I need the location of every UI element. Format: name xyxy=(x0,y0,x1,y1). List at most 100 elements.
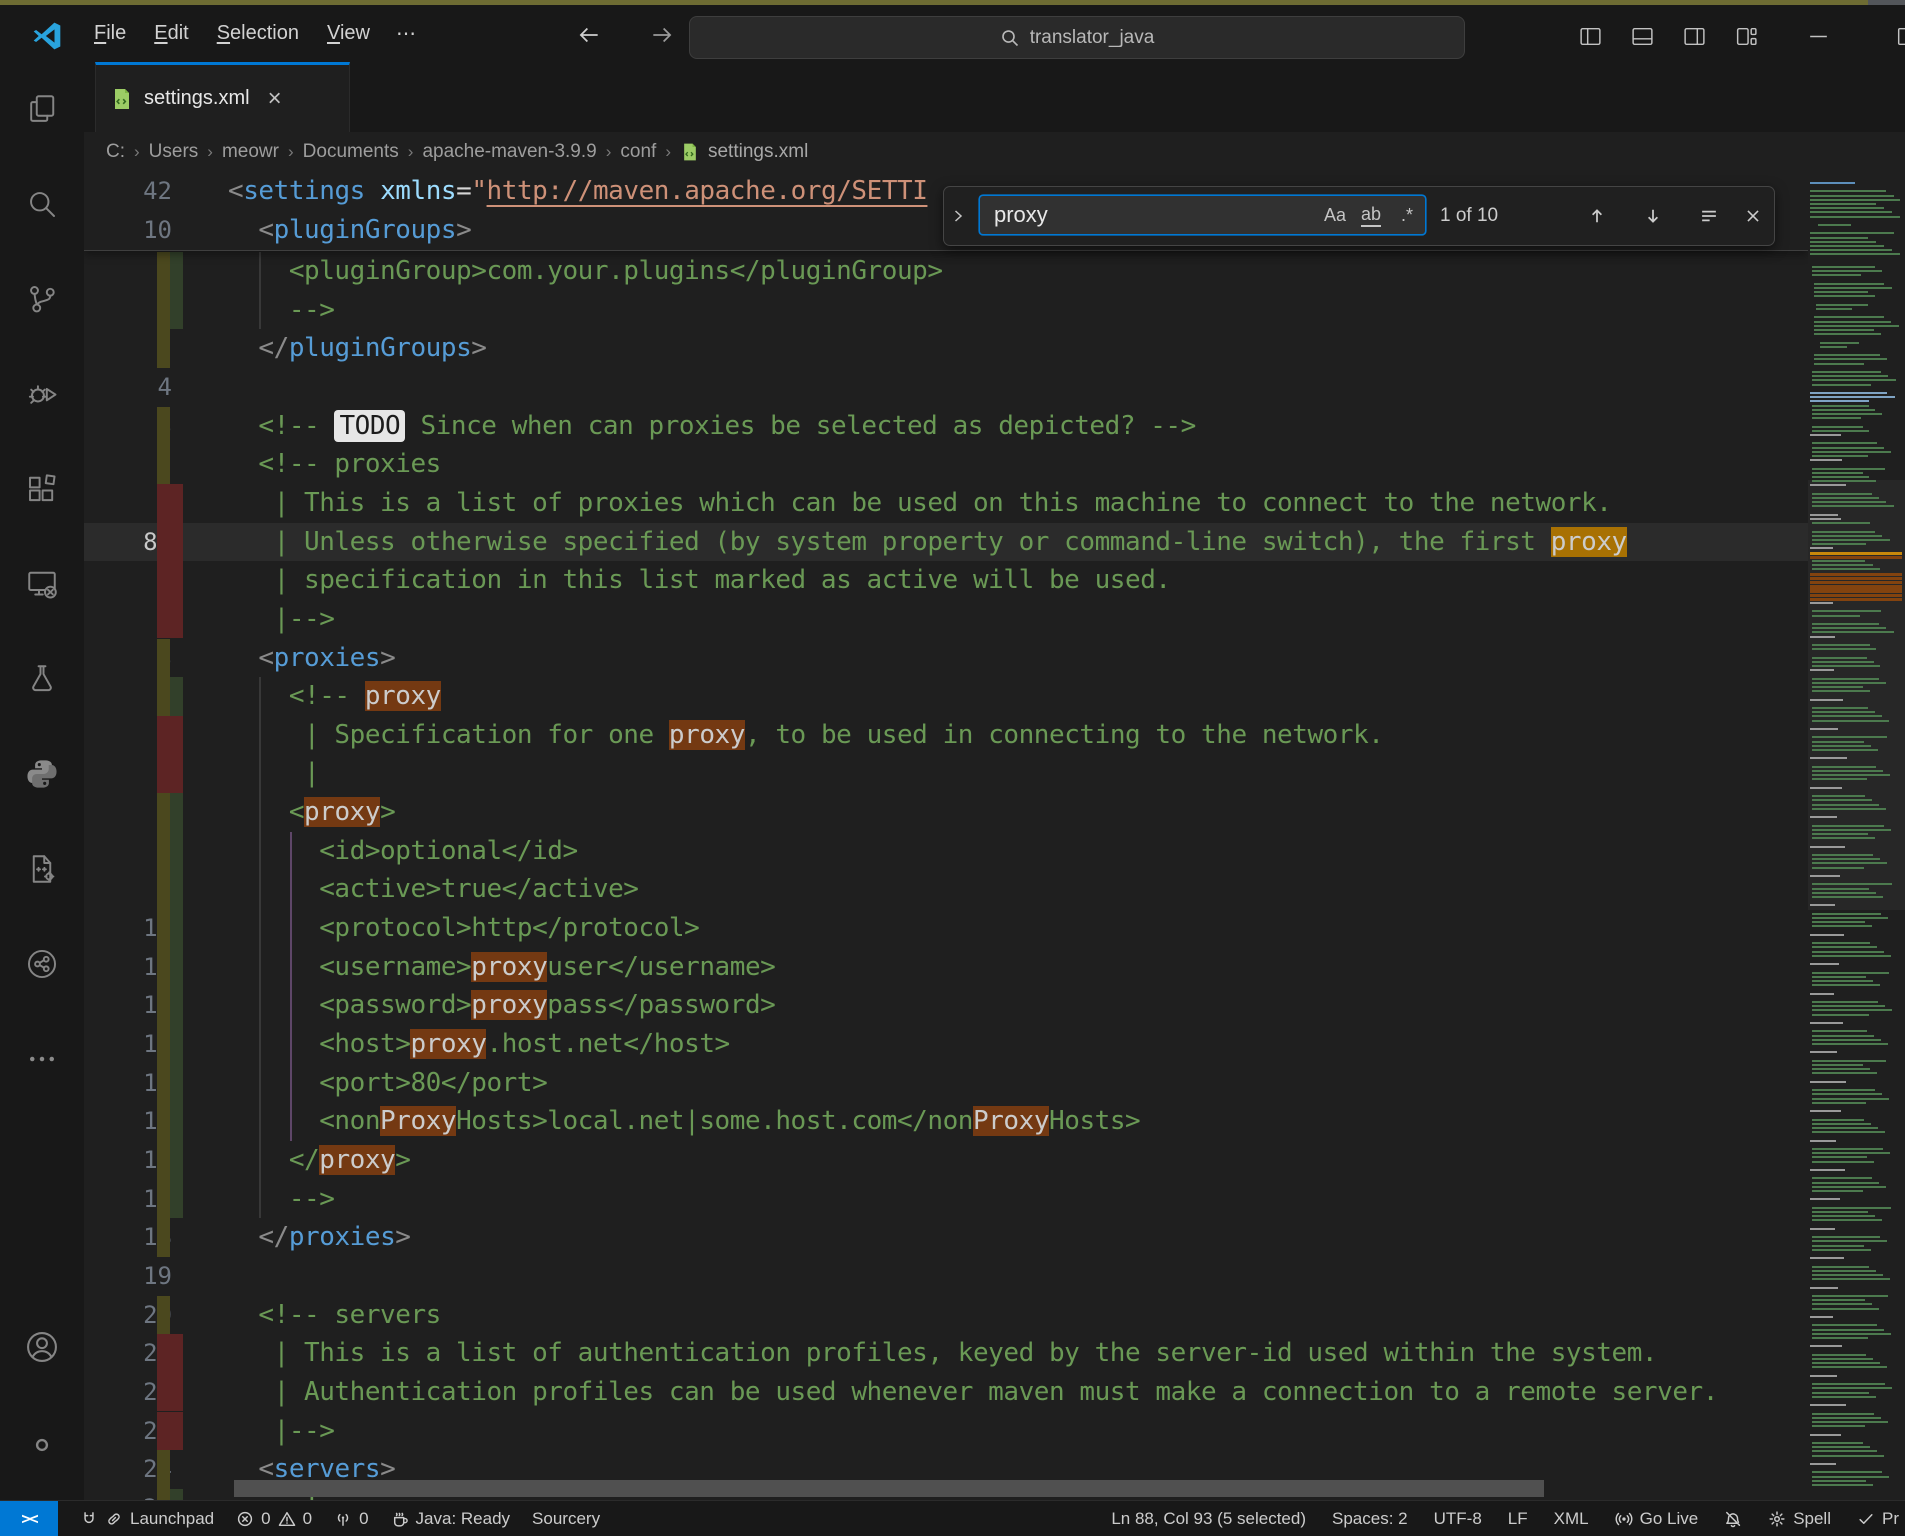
status-sourcery[interactable]: Sourcery xyxy=(532,1509,600,1529)
toggle-primary-sidebar-icon[interactable] xyxy=(1572,19,1608,53)
code-line[interactable]: 2 |--> xyxy=(84,600,1808,639)
status-eol[interactable]: LF xyxy=(1508,1509,1528,1529)
toggle-panel-icon[interactable] xyxy=(1624,19,1660,53)
accounts-icon[interactable] xyxy=(0,1310,84,1384)
code-line[interactable]: 13 <host>proxy.host.net</host> xyxy=(84,1025,1808,1064)
code-line[interactable]: 2 <!-- proxies xyxy=(84,445,1808,484)
horizontal-scrollbar[interactable] xyxy=(234,1480,1544,1497)
breadcrumb-item[interactable]: Documents xyxy=(303,141,399,163)
warning-icon xyxy=(278,1510,296,1528)
code-line[interactable]: 10 <protocol>http</protocol> xyxy=(84,909,1808,948)
code-line[interactable]: 17 --> xyxy=(84,1180,1808,1219)
code-line[interactable]: 7 <pluginGroup>com.your.plugins</pluginG… xyxy=(84,252,1808,291)
menu-view[interactable]: View xyxy=(313,16,384,51)
manage-icon[interactable] xyxy=(0,1408,84,1482)
remote-indicator[interactable]: >< xyxy=(0,1501,58,1536)
status-encoding[interactable]: UTF-8 xyxy=(1434,1509,1482,1529)
find-input[interactable]: proxy Aa ab .* xyxy=(980,196,1425,234)
previous-match-button[interactable] xyxy=(1579,198,1615,234)
cpp-tools-icon[interactable] xyxy=(0,832,84,906)
code-line[interactable]: 16 </proxy> xyxy=(84,1141,1808,1180)
code-line[interactable]: 3 <proxies> xyxy=(84,639,1808,678)
editor[interactable]: 7 <pluginGroup>com.your.plugins</pluginG… xyxy=(84,172,1905,1500)
python-icon[interactable] xyxy=(0,737,84,811)
navigate-back-button[interactable] xyxy=(572,18,606,52)
code-line[interactable]: 20 <!-- servers xyxy=(84,1296,1808,1335)
code-line[interactable]: 5 | Specification for one proxy, to be u… xyxy=(84,716,1808,755)
line-number[interactable]: 10 xyxy=(84,211,172,250)
line-number[interactable]: 19 xyxy=(84,1257,172,1296)
navigate-forward-button[interactable] xyxy=(645,18,679,52)
whole-word-button[interactable]: ab xyxy=(1353,200,1389,230)
status-indentation[interactable]: Spaces: 2 xyxy=(1332,1509,1408,1529)
breadcrumb-item[interactable]: apache-maven-3.9.9 xyxy=(422,141,596,163)
extensions-icon[interactable] xyxy=(0,452,84,526)
next-match-button[interactable] xyxy=(1635,198,1671,234)
tab-settings-xml[interactable]: settings.xml × xyxy=(95,62,350,132)
regex-button[interactable]: .* xyxy=(1389,200,1425,230)
code-line[interactable]: 15 <nonProxyHosts>local.net|some.host.co… xyxy=(84,1102,1808,1141)
code-line[interactable]: 1 | This is a list of proxies which can … xyxy=(84,484,1808,523)
code-line[interactable]: 7 <proxy> xyxy=(84,793,1808,832)
status-go-live[interactable]: Go Live xyxy=(1615,1509,1699,1529)
breadcrumb-item[interactable]: meowr xyxy=(222,141,279,163)
status-cursor-position[interactable]: Ln 88, Col 93 (5 selected) xyxy=(1111,1509,1306,1529)
code-line[interactable]: 6 --> xyxy=(84,291,1808,330)
run-and-debug-icon[interactable] xyxy=(0,357,84,431)
match-case-button[interactable]: Aa xyxy=(1317,200,1353,230)
status-do-not-disturb[interactable] xyxy=(1724,1510,1742,1528)
code-line[interactable]: 5 </pluginGroups> xyxy=(84,329,1808,368)
command-center-search[interactable]: translator_java xyxy=(689,16,1465,59)
code-line[interactable]: 12 <password>proxypass</password> xyxy=(84,986,1808,1025)
menu-more[interactable]: ⋯ xyxy=(384,15,430,52)
minimize-button[interactable] xyxy=(1800,19,1836,53)
code-line[interactable]: 88 | Unless otherwise specified (by syst… xyxy=(84,523,1808,562)
status-formatter[interactable]: Pr xyxy=(1857,1509,1899,1529)
source-control-icon[interactable] xyxy=(0,262,84,336)
line-number[interactable]: 42 xyxy=(84,172,172,211)
code-line[interactable]: 18 </proxies> xyxy=(84,1218,1808,1257)
minimap[interactable] xyxy=(1808,172,1905,1500)
status-language-mode[interactable]: XML xyxy=(1554,1509,1589,1529)
code-line[interactable]: 21 | This is a list of authentication pr… xyxy=(84,1334,1808,1373)
code-line[interactable]: 22 | Authentication profiles can be used… xyxy=(84,1373,1808,1412)
toggle-replace-button[interactable] xyxy=(950,202,974,230)
status-launchpad[interactable]: Launchpad xyxy=(80,1509,214,1529)
maximize-button[interactable] xyxy=(1888,19,1905,53)
code-line[interactable]: 14 <port>80</port> xyxy=(84,1064,1808,1103)
code-line[interactable]: 23 |--> xyxy=(84,1412,1808,1451)
line-number[interactable]: 4 xyxy=(84,368,172,407)
code-line[interactable]: 4 xyxy=(84,368,1808,407)
code-line[interactable]: 6 | xyxy=(84,754,1808,793)
code-line[interactable]: 11 <username>proxyuser</username> xyxy=(84,948,1808,987)
explorer-icon[interactable] xyxy=(0,72,84,146)
status-spell-checker[interactable]: Spell xyxy=(1768,1509,1831,1529)
menu-edit[interactable]: Edit xyxy=(140,16,202,51)
breadcrumb-item[interactable]: Users xyxy=(149,141,199,163)
close-find-button[interactable] xyxy=(1735,198,1771,234)
find-in-selection-button[interactable] xyxy=(1691,198,1727,234)
menu-file[interactable]: File xyxy=(80,16,140,51)
code-line[interactable]: 1 | specification in this list marked as… xyxy=(84,561,1808,600)
remote-explorer-icon[interactable] xyxy=(0,547,84,621)
breadcrumb-file[interactable]: settings.xml xyxy=(708,141,808,163)
search-icon[interactable] xyxy=(0,167,84,241)
testing-icon[interactable] xyxy=(0,642,84,716)
code-line[interactable]: 8 <id>optional</id> xyxy=(84,832,1808,871)
more-icon[interactable] xyxy=(0,1022,84,1096)
tab-close-icon[interactable]: × xyxy=(268,89,282,109)
sharing-icon[interactable] xyxy=(0,927,84,1001)
status-java-status[interactable]: Java: Ready xyxy=(391,1509,511,1529)
minimap-line xyxy=(1812,1299,1865,1301)
breadcrumb-item[interactable]: C: xyxy=(106,141,125,163)
status-problems[interactable]: 00 xyxy=(236,1509,312,1529)
code-line[interactable]: 19 xyxy=(84,1257,1808,1296)
breadcrumb-item[interactable]: conf xyxy=(620,141,656,163)
code-line[interactable]: 4 <!-- proxy xyxy=(84,677,1808,716)
code-line[interactable]: 3 <!-- TODO Since when can proxies be se… xyxy=(84,407,1808,446)
menu-selection[interactable]: Selection xyxy=(203,16,313,51)
customize-layout-icon[interactable] xyxy=(1728,19,1764,53)
toggle-secondary-sidebar-icon[interactable] xyxy=(1676,19,1712,53)
status-ports[interactable]: 0 xyxy=(334,1509,368,1529)
code-line[interactable]: 9 <active>true</active> xyxy=(84,870,1808,909)
